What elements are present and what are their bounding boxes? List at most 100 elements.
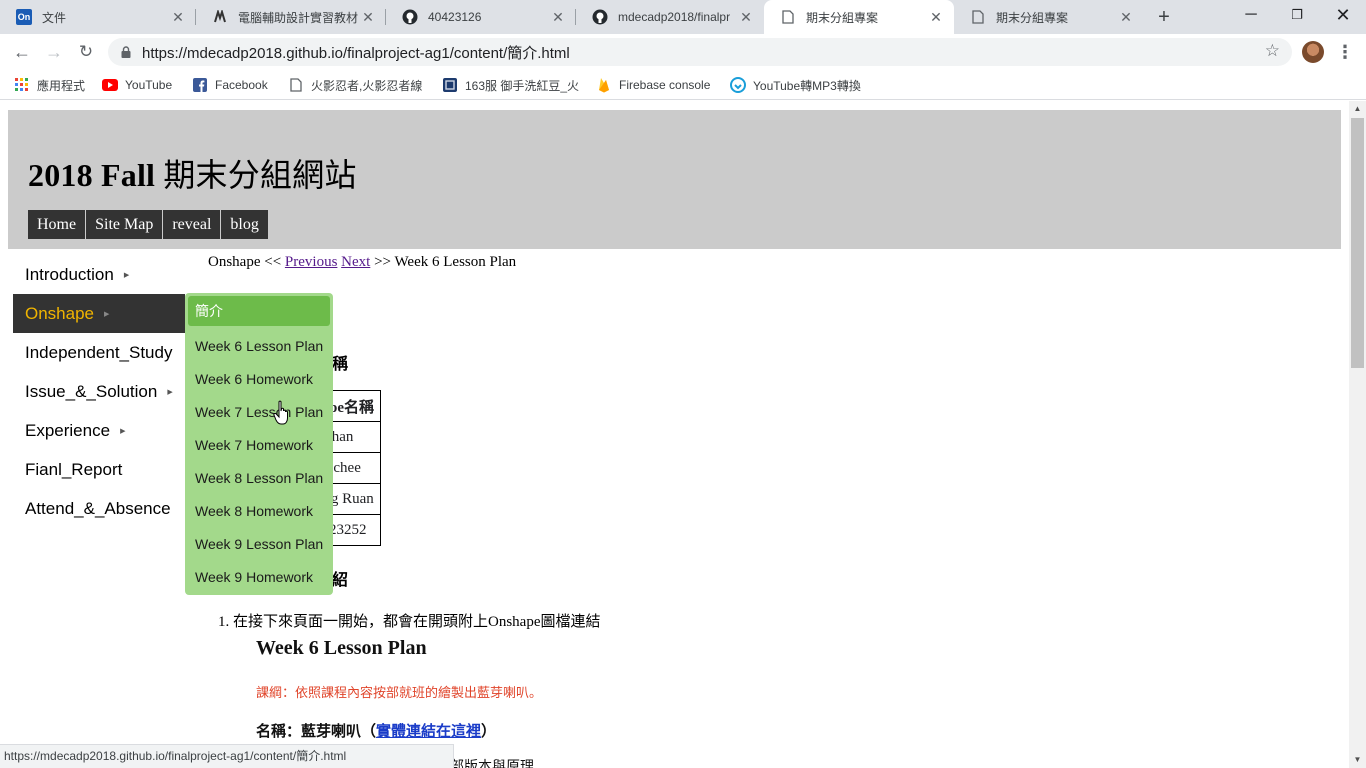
close-icon[interactable]: ✕ [1118, 9, 1134, 25]
submenu-item-week6-lesson[interactable]: Week 6 Lesson Plan [185, 329, 333, 362]
bookmark-star-icon[interactable]: ☆ [1265, 41, 1280, 61]
nav-reveal[interactable]: reveal [163, 210, 222, 239]
caret-right-icon: ▶ [123, 271, 130, 279]
forward-button[interactable]: → [42, 40, 66, 64]
submenu-item-week7-homework[interactable]: Week 7 Homework [185, 428, 333, 461]
firebase-icon [596, 77, 612, 93]
nav-home[interactable]: Home [28, 210, 87, 239]
next-link[interactable]: Next [341, 254, 370, 270]
bookmark-youtube[interactable]: YouTube [102, 76, 172, 94]
game-icon [442, 77, 458, 93]
lesson-heading: Week 6 Lesson Plan [256, 637, 427, 659]
previous-link[interactable]: Previous [285, 254, 338, 270]
close-icon[interactable]: ✕ [360, 9, 376, 25]
name-close: ） [481, 723, 497, 740]
caret-right-icon: ▶ [120, 427, 126, 435]
outline-text: 課綱：依照課程內容按部就班的繪製出藍芽喇叭。 [256, 685, 543, 700]
sidebar-item-label: Onshape [25, 303, 94, 323]
close-icon[interactable]: ✕ [550, 9, 566, 25]
submenu-item-week9-homework[interactable]: Week 9 Homework [185, 560, 333, 593]
converter-icon [730, 77, 746, 93]
close-window-button[interactable]: ✕ [1320, 0, 1366, 30]
close-icon[interactable]: ✕ [170, 9, 186, 25]
close-icon[interactable]: ✕ [738, 9, 754, 25]
page-scrollbar[interactable]: ▲ ▼ [1349, 101, 1366, 768]
site-title-name: 期末分組網站 [155, 157, 357, 193]
site-header: 2018 Fall 期末分組網站 Home Site Map reveal bl… [8, 110, 1341, 249]
tab-6[interactable]: 期末分組專案 ✕ [954, 0, 1144, 34]
bookmark-firebase[interactable]: Firebase console [596, 76, 710, 94]
browser-toolbar: ← → ↻ https://mdecadp2018.github.io/fina… [0, 34, 1366, 70]
page-icon [970, 9, 986, 25]
profile-avatar[interactable] [1302, 41, 1324, 63]
submenu-item-week8-homework[interactable]: Week 8 Homework [185, 494, 333, 527]
physical-link[interactable]: 實體連結在這裡 [376, 723, 481, 740]
bookmark-label: YouTube轉MP3轉換 [753, 78, 861, 93]
bookmark-label: Facebook [215, 78, 268, 92]
scroll-up-icon[interactable]: ▲ [1349, 101, 1366, 117]
sidebar-item-issue-solution[interactable]: Issue_&_Solution ▶ [13, 372, 185, 411]
tab-1[interactable]: On 文件 ✕ [0, 0, 196, 34]
url-text[interactable]: https://mdecadp2018.github.io/finalproje… [142, 42, 570, 63]
sidebar-item-attend-absence[interactable]: Attend_&_Absence [13, 489, 185, 528]
lock-icon[interactable] [120, 46, 132, 58]
sidebar-item-label: Issue_&_Solution [25, 381, 158, 401]
back-button[interactable]: ← [10, 40, 34, 64]
tab-strip: On 文件 ✕ 電腦輔助設計實習教材 ✕ 40423126 ✕ mdecadp2… [0, 0, 1366, 34]
caret-right-icon: ▶ [167, 388, 173, 396]
sidebar-item-label: Fianl_Report [25, 459, 123, 479]
page-viewport: 2018 Fall 期末分組網站 Home Site Map reveal bl… [0, 101, 1349, 768]
hand-cursor-icon [273, 400, 288, 425]
site-title-year: 2018 Fall [28, 157, 156, 193]
sidebar-item-experience[interactable]: Experience ▶ [13, 411, 185, 450]
close-icon[interactable]: ✕ [928, 9, 944, 25]
bookmark-facebook[interactable]: Facebook [192, 76, 268, 94]
submenu-item-week8-lesson[interactable]: Week 8 Lesson Plan [185, 461, 333, 494]
sidebar-item-label: Attend_&_Absence [25, 498, 171, 518]
new-tab-button[interactable]: + [1152, 5, 1176, 29]
sidebar-item-final-report[interactable]: Fianl_Report [13, 450, 185, 489]
nav-site-map[interactable]: Site Map [86, 210, 164, 239]
bookmark-naruto[interactable]: 火影忍者,火影忍者線 [288, 76, 426, 94]
breadcrumb-section: Onshape << [208, 254, 285, 270]
scrollbar-thumb[interactable] [1351, 118, 1364, 368]
submenu-item-week6-homework[interactable]: Week 6 Homework [185, 362, 333, 395]
bookmark-label: YouTube [125, 78, 173, 92]
nav-blog[interactable]: blog [221, 210, 269, 239]
submenu-item-intro[interactable]: 簡介 [188, 296, 330, 326]
intro-heading-fragment: 紹 [332, 572, 349, 589]
sidebar-item-label: Independent_Study [25, 342, 173, 362]
tab-5-active[interactable]: 期末分組專案 ✕ [764, 0, 954, 34]
sidebar-item-independent-study[interactable]: Independent_Study [13, 333, 185, 372]
breadcrumb-next-title: >> Week 6 Lesson Plan [370, 254, 517, 270]
name-line: 名稱：藍芽喇叭（實體連結在這裡） [256, 720, 496, 741]
bookmark-apps[interactable]: 應用程式 [14, 76, 85, 94]
address-bar[interactable]: https://mdecadp2018.github.io/finalproje… [108, 38, 1292, 66]
menu-icon[interactable]: ⋮ [1336, 41, 1354, 63]
github-icon [402, 9, 418, 25]
tab-3[interactable]: 40423126 ✕ [386, 0, 576, 34]
bookmark-label: 應用程式 [37, 78, 86, 93]
sidebar-item-introduction[interactable]: Introduction ▶ [13, 255, 185, 294]
list-item: 在接下來頁面一開始，都會在開頭附上Onshape圖檔連結 [233, 610, 601, 631]
reload-button[interactable]: ↻ [74, 40, 98, 64]
tab-2[interactable]: 電腦輔助設計實習教材 ✕ [196, 0, 386, 34]
name-label: 名稱：藍芽喇叭（ [256, 723, 377, 740]
minimize-button[interactable]: ─ [1228, 0, 1274, 30]
sidebar-item-onshape[interactable]: Onshape ▶ [13, 294, 185, 333]
tab-4[interactable]: mdecadp2018/finalpr ✕ [576, 0, 764, 34]
page-icon [780, 9, 796, 25]
bookmark-mp3[interactable]: YouTube轉MP3轉換 [730, 76, 868, 94]
restore-button[interactable]: ❐ [1274, 0, 1320, 30]
bookmark-label: 火影忍者,火影忍者線 [311, 78, 423, 93]
sidebar-item-label: Introduction [25, 264, 114, 284]
submenu-item-week9-lesson[interactable]: Week 9 Lesson Plan [185, 527, 333, 560]
breadcrumb: Onshape << Previous Next >> Week 6 Lesso… [208, 254, 516, 271]
fossil-icon [212, 9, 228, 25]
bookmark-163[interactable]: 163服 御手洗紅豆_火 [442, 76, 582, 94]
bookmark-label: 163服 御手洗紅豆_火 [465, 78, 580, 93]
side-menu: Introduction ▶ Onshape ▶ Independent_Study… [13, 255, 185, 528]
scroll-down-icon[interactable]: ▼ [1349, 752, 1366, 768]
onshape-submenu: 簡介 Week 6 Lesson Plan Week 6 Homework We… [185, 293, 333, 595]
submenu-item-week7-lesson[interactable]: Week 7 Lesson Plan [185, 395, 333, 428]
